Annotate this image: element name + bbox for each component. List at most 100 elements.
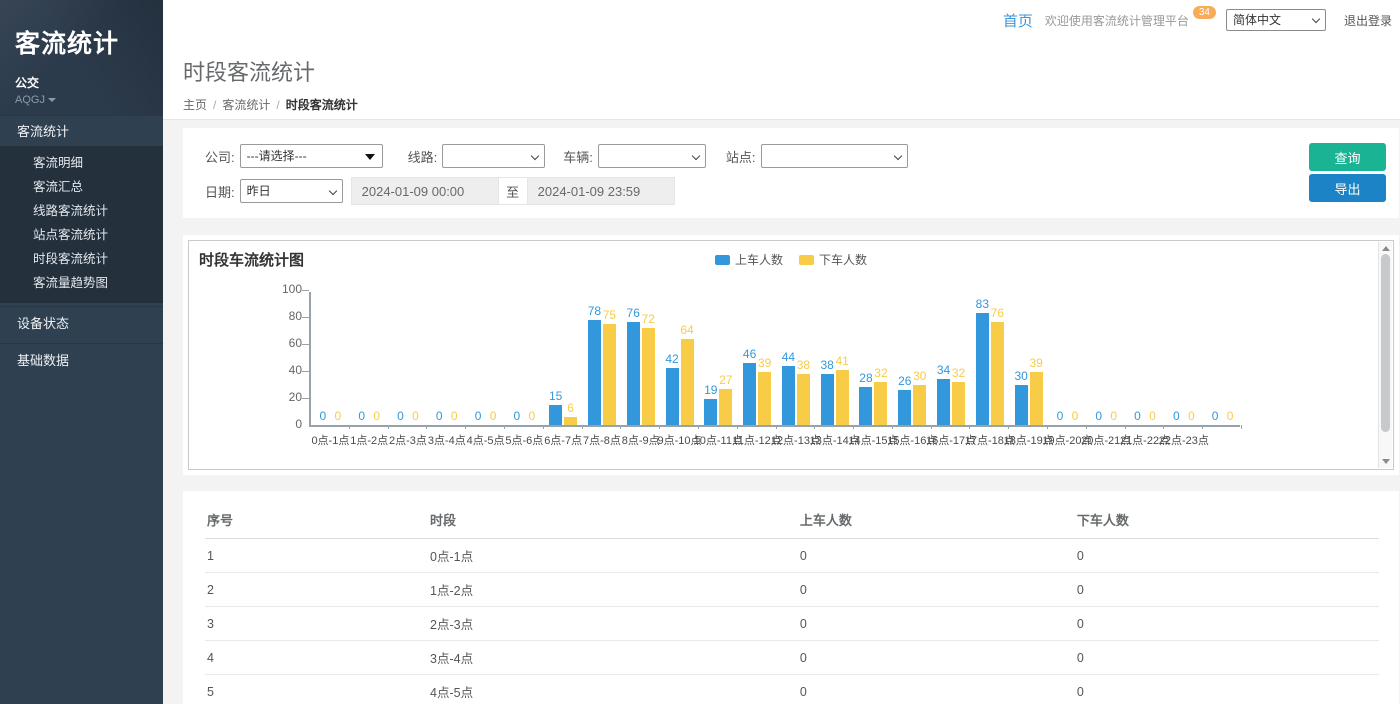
filter-panel: 公司: ---请选择--- 线路: 车辆: 站点: [183, 128, 1399, 218]
table-header-row: 序号时段上车人数下车人数 [205, 501, 1379, 539]
bar-上车人数: 26 [898, 390, 911, 425]
sidebar-section-客流统计[interactable]: 客流统计 [0, 115, 163, 146]
bar-value-label: 30 [913, 369, 926, 383]
bar-下车人数: 30 [913, 385, 926, 426]
sidebar-item-客流明细[interactable]: 客流明细 [0, 151, 163, 175]
sidebar-section-设备状态[interactable]: 设备状态 [0, 306, 163, 340]
date-start-input[interactable] [351, 177, 499, 205]
x-axis-tick-label: 2点-3点 [389, 432, 427, 448]
scrollbar-down-icon[interactable] [1382, 459, 1390, 464]
bar-value-label: 46 [743, 347, 756, 361]
sidebar-item-客流汇总[interactable]: 客流汇总 [0, 175, 163, 199]
x-axis-tick-mark [1202, 425, 1203, 429]
sidebar-item-站点客流统计[interactable]: 站点客流统计 [0, 223, 163, 247]
sidebar-section-基础数据[interactable]: 基础数据 [0, 343, 163, 377]
table-panel: 序号时段上车人数下车人数 10点-1点0021点-2点0032点-3点0043点… [183, 491, 1399, 704]
x-axis-tick-label: 4点-5点 [467, 432, 505, 448]
legend-swatch-icon [799, 255, 814, 265]
org-name: 公交 [15, 74, 163, 91]
x-axis-tick-mark [388, 425, 389, 429]
table-header-序号: 序号 [205, 501, 428, 539]
line-label: 线路: [408, 147, 438, 166]
page-heading: 时段客流统计 主页/客流统计/时段客流统计 [163, 40, 1400, 120]
bar-下车人数: 38 [797, 374, 810, 425]
bar-group-13点-14点: 3841 [815, 292, 854, 425]
bar-value-label: 75 [603, 308, 616, 322]
line-select[interactable] [442, 144, 545, 168]
station-select[interactable] [761, 144, 908, 168]
sidebar-item-线路客流统计[interactable]: 线路客流统计 [0, 199, 163, 223]
bar-上车人数: 38 [821, 374, 834, 425]
bar-value-label: 42 [665, 352, 678, 366]
breadcrumb-separator: / [276, 98, 279, 112]
bar-value-label: 38 [820, 358, 833, 372]
bar-上车人数: 34 [937, 379, 950, 425]
language-select[interactable]: 简体中文 [1226, 9, 1326, 31]
sidebar-submenu: 客流明细客流汇总线路客流统计站点客流统计时段客流统计客流量趋势图 [0, 146, 163, 303]
bar-value-label: 38 [797, 358, 810, 372]
sidebar-item-时段客流统计[interactable]: 时段客流统计 [0, 247, 163, 271]
org-code-dropdown[interactable]: AQGJ [15, 94, 163, 106]
vehicle-select[interactable] [598, 144, 706, 168]
export-button[interactable]: 导出 [1309, 174, 1386, 202]
bar-value-label: 78 [588, 304, 601, 318]
bar-group-12点-13点: 4438 [777, 292, 816, 425]
date-label: 日期: [205, 182, 235, 201]
bar-value-label: 83 [976, 297, 989, 311]
bar-value-label: 0 [1212, 409, 1219, 423]
topbar: 首页 欢迎使用客流统计管理平台 34 简体中文 退出登录 [163, 0, 1400, 40]
x-axis-tick-mark [1086, 425, 1087, 429]
bar-value-label: 0 [320, 409, 327, 423]
bar-上车人数: 46 [743, 363, 756, 425]
sidebar-item-客流量趋势图[interactable]: 客流量趋势图 [0, 271, 163, 295]
logout-link[interactable]: 退出登录 [1344, 12, 1392, 29]
scrollbar-up-icon[interactable] [1382, 246, 1390, 251]
chart-title: 时段车流统计图 [199, 249, 304, 270]
bar-value-label: 39 [1029, 356, 1042, 370]
chart-scrollbar[interactable] [1378, 242, 1392, 468]
table-cell: 0点-1点 [428, 539, 798, 573]
breadcrumb-parent[interactable]: 客流统计 [222, 98, 270, 112]
table-cell: 0 [798, 573, 1075, 607]
table-cell: 0 [1075, 573, 1379, 607]
y-axis-tick-label: 60 [289, 336, 302, 350]
query-button[interactable]: 查询 [1309, 143, 1386, 171]
breadcrumb-home[interactable]: 主页 [183, 98, 207, 112]
scrollbar-thumb[interactable] [1381, 254, 1390, 432]
bar-group-7点-8点: 7875 [583, 292, 622, 425]
table-cell: 4 [205, 641, 428, 675]
bar-下车人数: 72 [642, 328, 655, 425]
chart-plot: 020406080100000点-1点001点-2点002点-3点003点-4点… [309, 292, 1240, 427]
x-axis-tick-mark [892, 425, 893, 429]
bar-value-label: 39 [758, 356, 771, 370]
x-axis-tick-mark [776, 425, 777, 429]
table-cell: 3 [205, 607, 428, 641]
x-axis-tick-label: 1点-2点 [350, 432, 388, 448]
x-axis-tick-mark [659, 425, 660, 429]
x-axis-tick-label: 8点-9点 [622, 432, 660, 448]
bar-group-22点-23点: 00 [1164, 292, 1203, 425]
breadcrumb: 主页/客流统计/时段客流统计 [183, 96, 1400, 113]
sidebar-nav: 客流统计客流明细客流汇总线路客流统计站点客流统计时段客流统计客流量趋势图设备状态… [0, 115, 163, 377]
bar-value-label: 0 [373, 409, 380, 423]
topbar-home-link[interactable]: 首页 [1003, 10, 1033, 31]
table-header-时段: 时段 [428, 501, 798, 539]
notification-badge[interactable]: 34 [1193, 6, 1216, 19]
bar-下车人数: 76 [991, 322, 1004, 425]
x-axis-tick-mark [853, 425, 854, 429]
bar-value-label: 44 [782, 350, 795, 364]
x-axis-tick-mark [504, 425, 505, 429]
table-cell: 0 [798, 641, 1075, 675]
company-select[interactable]: ---请选择--- [240, 144, 383, 168]
y-axis-tick-label: 40 [289, 363, 302, 377]
legend-item-上车人数[interactable]: 上车人数 [715, 251, 783, 268]
table-cell: 2 [205, 573, 428, 607]
legend-item-下车人数[interactable]: 下车人数 [799, 251, 867, 268]
bar-group-0点-1点: 00 [311, 292, 350, 425]
table-row: 32点-3点00 [205, 607, 1379, 641]
date-end-input[interactable] [527, 177, 675, 205]
bar-group-17点-18点: 8376 [970, 292, 1009, 425]
bar-group-2点-3点: 00 [389, 292, 428, 425]
date-preset-select[interactable]: 昨日 [240, 179, 343, 203]
y-axis-tick-mark [302, 317, 309, 318]
